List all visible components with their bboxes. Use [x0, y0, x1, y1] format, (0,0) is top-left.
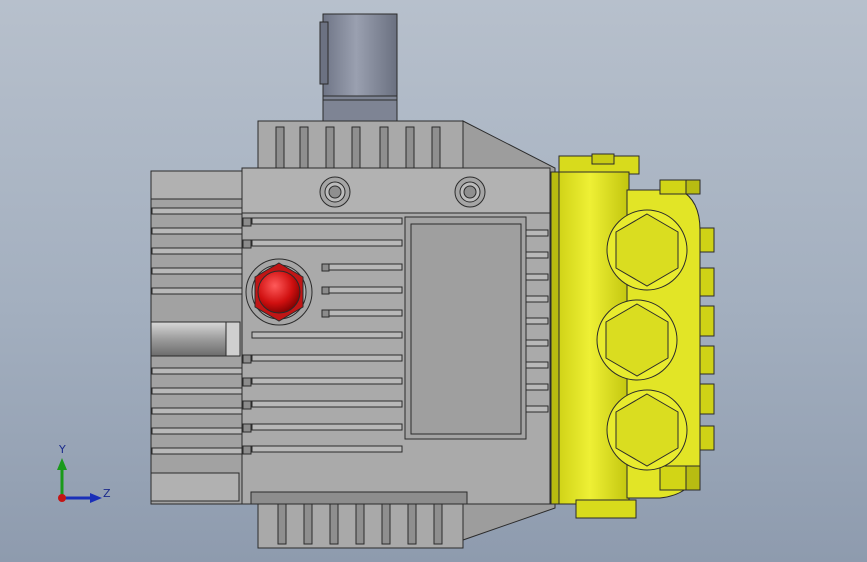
triad-x-origin [58, 494, 66, 502]
valve-plug-middle[interactable] [596, 299, 678, 381]
cad-viewport[interactable]: Y Z [0, 0, 867, 562]
orientation-triad: Y Z [57, 443, 111, 503]
pump-model[interactable] [150, 13, 715, 549]
valve-plug-top[interactable] [606, 209, 688, 291]
top-fin-block [257, 120, 556, 176]
pump-manifold[interactable] [550, 153, 715, 519]
top-shaft[interactable] [319, 13, 398, 123]
triad-y-label: Y [58, 443, 66, 456]
triad-z-label: Z [103, 487, 111, 500]
valve-plug-bottom[interactable] [606, 389, 688, 471]
crankshaft-stub[interactable] [150, 321, 241, 357]
triad-y-arrowhead [57, 458, 67, 470]
oil-filler-cap[interactable] [245, 258, 313, 326]
triad-z-arrowhead [90, 493, 102, 503]
